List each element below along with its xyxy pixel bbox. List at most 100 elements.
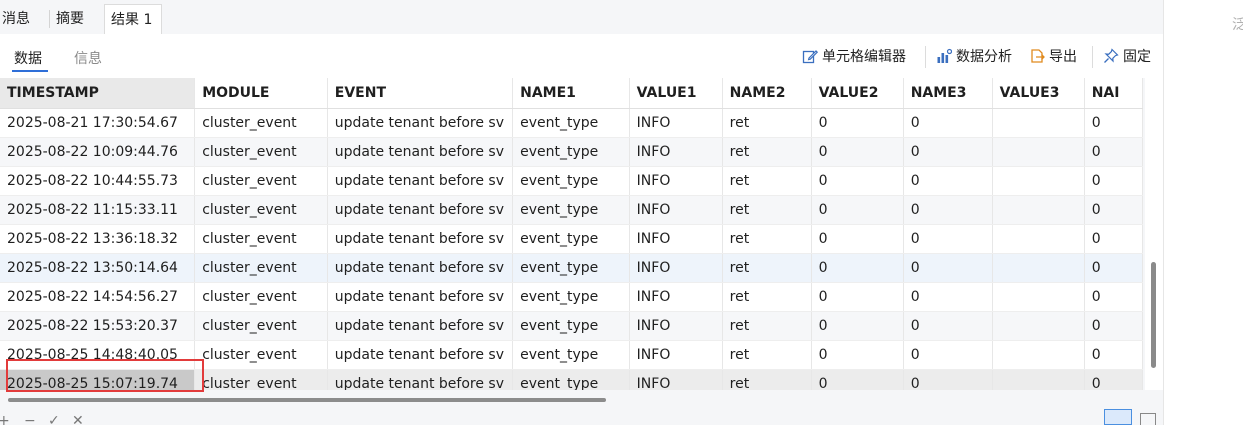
table-row[interactable]: 2025-08-22 11:15:33.11 cluster_event updat… bbox=[0, 195, 1143, 225]
table-cell[interactable]: 0 bbox=[811, 369, 904, 390]
table-cell[interactable]: cluster_event bbox=[194, 253, 328, 283]
table-row[interactable]: 2025-08-22 10:09:44.76 cluster_event updat… bbox=[0, 137, 1143, 167]
timestamp-cell[interactable]: 2025-08-22 13:36:18.32 bbox=[0, 224, 196, 254]
table-cell[interactable]: 0 bbox=[903, 311, 993, 341]
table-cell[interactable]: 0 bbox=[1084, 137, 1143, 167]
timestamp-cell[interactable]: 2025-08-22 11:15:33.11 bbox=[0, 195, 196, 225]
table-cell[interactable]: event_type bbox=[512, 282, 630, 312]
table-cell[interactable]: event_type bbox=[512, 340, 630, 370]
table-cell[interactable] bbox=[992, 224, 1085, 254]
column-header[interactable]: NAME2 bbox=[722, 78, 812, 109]
table-cell[interactable] bbox=[992, 311, 1085, 341]
table-cell[interactable] bbox=[992, 166, 1085, 196]
table-cell[interactable]: update tenant before sv bbox=[327, 108, 514, 138]
table-cell[interactable]: 0 bbox=[1084, 311, 1143, 341]
table-cell[interactable]: update tenant before sv bbox=[327, 311, 514, 341]
table-cell[interactable]: INFO bbox=[629, 195, 723, 225]
table-row[interactable]: 2025-08-22 14:54:56.27 cluster_event updat… bbox=[0, 282, 1143, 312]
table-cell[interactable]: INFO bbox=[629, 253, 723, 283]
table-cell[interactable]: 0 bbox=[811, 311, 904, 341]
timestamp-cell[interactable]: 2025-08-22 13:50:14.64 bbox=[0, 253, 196, 283]
table-cell[interactable]: update tenant before sv bbox=[327, 166, 514, 196]
table-cell[interactable]: INFO bbox=[629, 340, 723, 370]
column-header[interactable]: VALUE2 bbox=[811, 78, 904, 109]
timestamp-cell[interactable]: 2025-08-21 17:30:54.67 bbox=[0, 108, 196, 138]
table-cell[interactable]: 0 bbox=[811, 224, 904, 254]
tab-summary[interactable]: 摘要 bbox=[50, 4, 102, 34]
table-cell[interactable]: update tenant before sv bbox=[327, 195, 514, 225]
table-cell[interactable] bbox=[992, 195, 1085, 225]
table-cell[interactable]: 0 bbox=[903, 137, 993, 167]
table-cell[interactable]: INFO bbox=[629, 166, 723, 196]
table-row[interactable]: 2025-08-22 13:50:14.64 cluster_event updat… bbox=[0, 253, 1143, 283]
table-cell[interactable]: cluster_event bbox=[194, 282, 328, 312]
table-cell[interactable]: cluster_event bbox=[194, 369, 328, 390]
timestamp-cell[interactable]: 2025-08-25 15:07:19.74 bbox=[0, 369, 196, 390]
subtab-data[interactable]: 数据 bbox=[14, 48, 42, 68]
table-cell[interactable]: 0 bbox=[811, 282, 904, 312]
column-header[interactable]: TIMESTAMP bbox=[0, 78, 196, 109]
remove-row-icon[interactable]: − bbox=[24, 414, 36, 425]
table-cell[interactable]: ret bbox=[722, 108, 812, 138]
table-cell[interactable]: ret bbox=[722, 166, 812, 196]
table-row[interactable]: 2025-08-25 14:48:40.05 cluster_event updat… bbox=[0, 340, 1143, 370]
subtab-info[interactable]: 信息 bbox=[74, 48, 102, 68]
table-cell[interactable]: cluster_event bbox=[194, 224, 328, 254]
table-cell[interactable]: INFO bbox=[629, 137, 723, 167]
table-cell[interactable]: 0 bbox=[811, 340, 904, 370]
table-cell[interactable]: ret bbox=[722, 224, 812, 254]
cancel-x-icon[interactable]: ✕ bbox=[72, 414, 84, 425]
tab-result-1[interactable]: 结果 1 bbox=[104, 4, 162, 34]
table-cell[interactable]: 0 bbox=[903, 253, 993, 283]
table-cell[interactable]: 0 bbox=[1084, 369, 1143, 390]
table-cell[interactable]: cluster_event bbox=[194, 195, 328, 225]
table-cell[interactable]: ret bbox=[722, 195, 812, 225]
table-cell[interactable]: INFO bbox=[629, 311, 723, 341]
table-cell[interactable]: INFO bbox=[629, 282, 723, 312]
table-row[interactable]: 2025-08-22 13:36:18.32 cluster_event updat… bbox=[0, 224, 1143, 254]
timestamp-cell[interactable]: 2025-08-22 10:44:55.73 bbox=[0, 166, 196, 196]
table-cell[interactable]: 0 bbox=[811, 137, 904, 167]
table-cell[interactable]: cluster_event bbox=[194, 311, 328, 341]
tab-messages[interactable]: 消息 bbox=[0, 4, 44, 34]
table-cell[interactable]: 0 bbox=[811, 166, 904, 196]
table-cell[interactable]: event_type bbox=[512, 108, 630, 138]
timestamp-cell[interactable]: 2025-08-25 14:48:40.05 bbox=[0, 340, 196, 370]
cell-editor-button[interactable]: 单元格编辑器 bbox=[802, 46, 906, 68]
table-cell[interactable] bbox=[992, 340, 1085, 370]
timestamp-cell[interactable]: 2025-08-22 10:09:44.76 bbox=[0, 137, 196, 167]
table-cell[interactable]: update tenant before sv bbox=[327, 224, 514, 254]
table-cell[interactable]: 0 bbox=[1084, 166, 1143, 196]
table-cell[interactable]: INFO bbox=[629, 108, 723, 138]
table-cell[interactable]: 0 bbox=[903, 340, 993, 370]
column-header[interactable]: EVENT bbox=[327, 78, 514, 109]
table-row[interactable]: 2025-08-22 10:44:55.73 cluster_event updat… bbox=[0, 166, 1143, 196]
table-cell[interactable] bbox=[992, 253, 1085, 283]
table-cell[interactable] bbox=[992, 369, 1085, 390]
table-cell[interactable]: event_type bbox=[512, 195, 630, 225]
table-cell[interactable]: 0 bbox=[1084, 253, 1143, 283]
table-cell[interactable]: event_type bbox=[512, 137, 630, 167]
table-cell[interactable]: 0 bbox=[903, 224, 993, 254]
table-cell[interactable]: INFO bbox=[629, 369, 723, 390]
table-cell[interactable]: ret bbox=[722, 340, 812, 370]
vertical-scrollbar-thumb[interactable] bbox=[1151, 262, 1156, 368]
text-view-toggle[interactable] bbox=[1140, 413, 1156, 425]
table-cell[interactable]: cluster_event bbox=[194, 108, 328, 138]
table-cell[interactable]: update tenant before sv bbox=[327, 253, 514, 283]
column-header[interactable]: NAI bbox=[1084, 78, 1143, 109]
horizontal-scrollbar-thumb[interactable] bbox=[8, 398, 606, 402]
table-cell[interactable] bbox=[992, 137, 1085, 167]
table-row[interactable]: 2025-08-25 15:07:19.74 cluster_event updat… bbox=[0, 369, 1143, 390]
table-cell[interactable]: 0 bbox=[903, 195, 993, 225]
column-header[interactable]: NAME1 bbox=[512, 78, 630, 109]
result-grid[interactable]: TIMESTAMP MODULE EVENT NAME1 VALUE1 NAME… bbox=[0, 78, 1143, 390]
table-cell[interactable]: 0 bbox=[811, 195, 904, 225]
column-header[interactable]: VALUE1 bbox=[629, 78, 723, 109]
table-cell[interactable]: update tenant before sv bbox=[327, 137, 514, 167]
table-cell[interactable]: 0 bbox=[811, 253, 904, 283]
table-cell[interactable]: 0 bbox=[1084, 224, 1143, 254]
table-cell[interactable]: update tenant before sv bbox=[327, 340, 514, 370]
table-cell[interactable]: cluster_event bbox=[194, 137, 328, 167]
table-cell[interactable]: 0 bbox=[903, 166, 993, 196]
